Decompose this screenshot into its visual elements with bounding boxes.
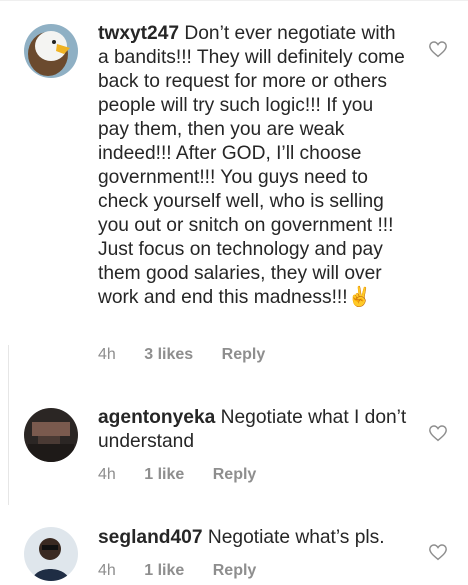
comment-meta: 4h 3 likes Reply bbox=[98, 346, 289, 364]
reply-button[interactable]: Reply bbox=[213, 466, 257, 483]
reply-button[interactable]: Reply bbox=[222, 346, 266, 363]
left-edge-line bbox=[8, 345, 9, 505]
comment-body: twxyt247 Don’t ever negotiate with a ban… bbox=[98, 22, 408, 310]
comment-likes[interactable]: 1 like bbox=[144, 466, 184, 483]
comment-time: 4h bbox=[98, 466, 116, 483]
comment-likes[interactable]: 1 like bbox=[144, 562, 184, 579]
heart-icon[interactable] bbox=[428, 40, 448, 58]
comment-meta: 4h 1 like Reply bbox=[98, 562, 280, 580]
avatar[interactable] bbox=[24, 408, 78, 462]
comment-text: Don’t ever negotiate with a bandits!!! T… bbox=[98, 23, 405, 308]
eagle-avatar-icon bbox=[24, 24, 78, 78]
comment-body: segland407 Negotiate what’s pls. bbox=[98, 526, 408, 550]
heart-icon[interactable] bbox=[428, 424, 448, 442]
comment-username[interactable]: twxyt247 bbox=[98, 23, 179, 44]
person-avatar-icon bbox=[24, 527, 78, 581]
comment-username[interactable]: segland407 bbox=[98, 527, 203, 548]
comment-body: agentonyeka Negotiate what I don’t under… bbox=[98, 406, 408, 454]
comment-time: 4h bbox=[98, 562, 116, 579]
heart-icon[interactable] bbox=[428, 543, 448, 561]
room-avatar-icon bbox=[24, 408, 78, 462]
avatar[interactable] bbox=[24, 527, 78, 581]
top-divider bbox=[0, 0, 468, 1]
comment-meta: 4h 1 like Reply bbox=[98, 466, 280, 484]
comment-username[interactable]: agentonyeka bbox=[98, 407, 215, 428]
avatar[interactable] bbox=[24, 24, 78, 78]
reply-button[interactable]: Reply bbox=[213, 562, 257, 579]
comment-text: Negotiate what’s pls. bbox=[207, 527, 385, 548]
comment-likes[interactable]: 3 likes bbox=[144, 346, 193, 363]
comment-time: 4h bbox=[98, 346, 116, 363]
